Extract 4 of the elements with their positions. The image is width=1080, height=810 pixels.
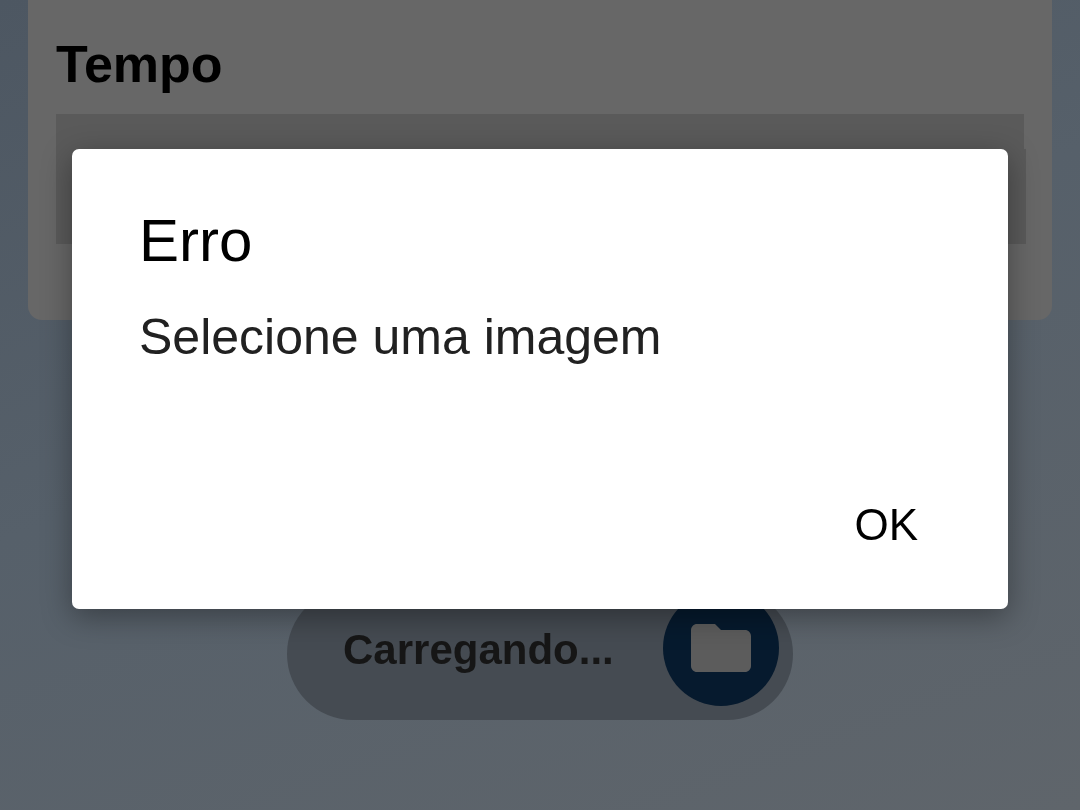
dialog-title: Erro <box>139 206 254 276</box>
dialog-message: Selecione uma imagem <box>139 308 663 367</box>
card-title: Tempo <box>56 34 224 95</box>
ok-button[interactable]: OK <box>830 481 942 568</box>
